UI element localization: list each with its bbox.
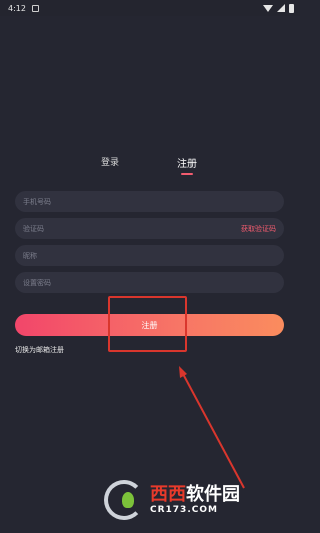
annotation-arrow bbox=[179, 366, 245, 489]
watermark-logo: 西西软件园 CR173.COM bbox=[104, 478, 282, 522]
watermark-main-red: 西西 bbox=[150, 484, 186, 505]
watermark-c-icon bbox=[104, 480, 144, 520]
watermark-text: 西西软件园 CR173.COM bbox=[150, 485, 240, 516]
annotation-arrow-line bbox=[181, 371, 245, 489]
watermark-sub: CR173.COM bbox=[150, 505, 218, 515]
watermark-main-white: 软件园 bbox=[186, 484, 240, 505]
annotation-arrow-head bbox=[179, 366, 187, 378]
watermark-main: 西西软件园 bbox=[150, 485, 240, 505]
